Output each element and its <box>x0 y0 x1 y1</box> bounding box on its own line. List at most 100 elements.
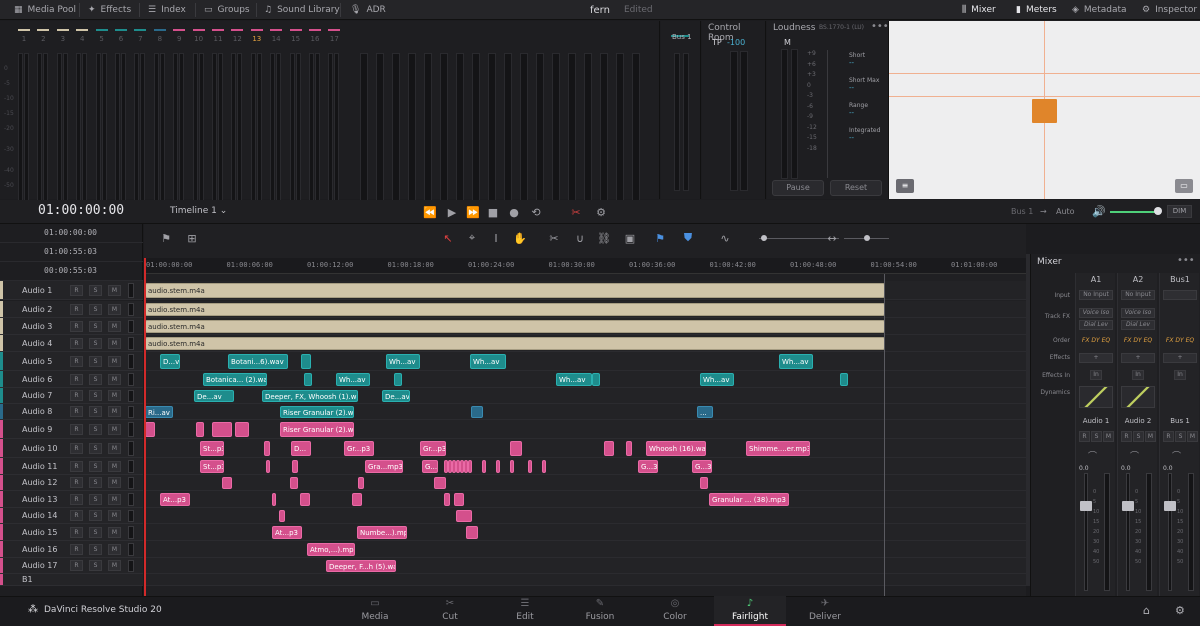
audio-clip[interactable]: ... <box>697 406 713 418</box>
loop-icon[interactable]: ⟲ <box>528 204 544 220</box>
track-header[interactable]: Audio 15 R S M <box>0 524 143 541</box>
strip-r-button[interactable]: R <box>1121 431 1132 442</box>
track-lane[interactable] <box>144 458 1026 475</box>
audio-clip[interactable]: G...3 <box>638 460 658 473</box>
track-fx-slot[interactable]: Voice Iso <box>1079 308 1113 318</box>
track-m-button[interactable]: M <box>108 320 121 332</box>
audio-clip[interactable] <box>471 406 483 418</box>
audio-clip[interactable]: Deeper, F...h (5).wav <box>326 560 396 572</box>
audio-clip[interactable]: Wh...av <box>470 354 506 369</box>
play-reverse-icon[interactable]: ▶ <box>444 204 460 220</box>
pan-control[interactable]: ⌒ <box>1172 449 1181 462</box>
track-r-button[interactable]: R <box>70 526 83 538</box>
inspector-toggle[interactable]: ⚙ Inspector <box>1142 0 1197 20</box>
settings-icon[interactable]: ⚙ <box>1175 604 1185 617</box>
playhead[interactable] <box>144 258 146 596</box>
track-header[interactable]: Audio 10 R S M <box>0 439 143 458</box>
speaker-icon[interactable]: 🔊 <box>1092 205 1106 218</box>
track-s-button[interactable]: S <box>89 543 102 555</box>
track-header[interactable]: Audio 13 R S M <box>0 491 143 508</box>
track-r-button[interactable]: R <box>70 337 83 349</box>
automation-mode[interactable]: Auto <box>1056 207 1075 216</box>
monitor-volume-slider[interactable] <box>1110 211 1160 213</box>
audio-clip[interactable] <box>145 422 155 437</box>
fader-track[interactable] <box>1168 473 1172 591</box>
audio-clip[interactable] <box>301 354 311 369</box>
track-r-button[interactable]: R <box>70 390 83 401</box>
track-s-button[interactable]: S <box>89 493 102 505</box>
audio-clip[interactable] <box>466 526 478 539</box>
timecode-display[interactable]: 01:00:00:00 <box>38 203 124 218</box>
text-cursor-icon[interactable]: I <box>488 230 504 246</box>
strip-m-button[interactable]: M <box>1103 431 1114 442</box>
audio-clip[interactable] <box>604 441 614 456</box>
track-s-button[interactable]: S <box>89 442 102 454</box>
audio-clip[interactable] <box>454 493 464 506</box>
audio-clip[interactable]: audio.stem.m4a <box>145 337 885 350</box>
track-lane[interactable] <box>144 404 1026 420</box>
meters-toggle[interactable]: ▮ Meters <box>1016 0 1057 20</box>
audio-clip[interactable] <box>510 460 514 473</box>
track-r-button[interactable]: R <box>70 373 83 385</box>
strip-m-button[interactable]: M <box>1145 431 1156 442</box>
audio-clip[interactable] <box>196 422 204 437</box>
volume-knob[interactable] <box>1154 207 1162 215</box>
pause-button[interactable]: Pause <box>772 180 824 196</box>
audio-clip[interactable]: audio.stem.m4a <box>145 303 885 316</box>
audio-clip[interactable] <box>592 373 600 386</box>
reset-button[interactable]: Reset <box>830 180 882 196</box>
track-s-button[interactable]: S <box>89 423 102 435</box>
audio-clip[interactable] <box>394 373 402 386</box>
sound-library-button[interactable]: ♫ Sound Library <box>264 0 340 20</box>
fader-track[interactable] <box>1084 473 1088 591</box>
track-header[interactable]: Audio 12 R S M <box>0 475 143 491</box>
track-header[interactable]: Audio 4 RSM <box>0 335 143 352</box>
audio-clip[interactable]: audio.stem.m4a <box>145 283 885 298</box>
fader-track[interactable] <box>1126 473 1130 591</box>
pan-control[interactable]: ⌒ <box>1088 449 1097 462</box>
track-header[interactable]: Audio 8 RSM <box>0 404 143 420</box>
strip-s-button[interactable]: S <box>1175 431 1186 442</box>
track-m-button[interactable]: M <box>108 355 121 367</box>
effects-in-button[interactable]: In <box>1174 370 1186 380</box>
track-m-button[interactable]: M <box>108 303 121 315</box>
audio-clip[interactable]: Gr...p3 <box>344 441 374 456</box>
audio-clip[interactable]: Riser Granular (2).wav <box>280 406 354 418</box>
range-select-icon[interactable]: ⌖ <box>464 230 480 246</box>
track-r-button[interactable]: R <box>70 284 83 296</box>
audio-clip[interactable]: At...p3 <box>272 526 302 539</box>
audio-clip[interactable] <box>279 510 285 522</box>
sliders-icon[interactable]: ≡ <box>896 179 914 193</box>
audio-clip[interactable]: G...3 <box>692 460 712 473</box>
shield-icon[interactable]: ⛊ <box>680 230 696 246</box>
audio-clip[interactable]: Deeper, FX, Whoosh (1).wav <box>262 390 358 402</box>
audio-clip[interactable]: Whoosh (16).wav <box>646 441 706 456</box>
effects-button[interactable]: ✦ Effects <box>88 0 131 20</box>
audio-clip[interactable] <box>528 460 532 473</box>
page-tab-fairlight[interactable]: ♪ Fairlight <box>714 596 786 626</box>
groups-button[interactable]: ▭ Groups <box>204 0 250 20</box>
output-bus[interactable]: Bus 1 <box>1011 207 1033 216</box>
audio-clip[interactable] <box>700 477 708 489</box>
track-header[interactable]: Audio 17 R S M <box>0 558 143 574</box>
track-r-button[interactable]: R <box>70 510 83 521</box>
track-header[interactable]: Audio 16 R S M <box>0 541 143 558</box>
audio-clip[interactable]: Wh...av <box>386 354 420 369</box>
record-icon[interactable]: ● <box>506 204 522 220</box>
track-m-button[interactable]: M <box>108 284 121 296</box>
track-r-button[interactable]: R <box>70 303 83 315</box>
track-s-button[interactable]: S <box>89 406 102 417</box>
track-m-button[interactable]: M <box>108 477 121 488</box>
track-header[interactable]: Audio 5 RSM <box>0 352 143 371</box>
track-m-button[interactable]: M <box>108 543 121 555</box>
track-s-button[interactable]: S <box>89 560 102 571</box>
page-tab-cut[interactable]: ✂ Cut <box>420 596 480 626</box>
audio-clip[interactable] <box>510 441 522 456</box>
track-m-button[interactable]: M <box>108 460 121 472</box>
marker-icon[interactable]: ⚑ <box>652 230 668 246</box>
audio-clip[interactable] <box>264 441 270 456</box>
audio-clip[interactable]: Gra...mp3 <box>365 460 403 473</box>
track-m-button[interactable]: M <box>108 406 121 417</box>
audio-clip[interactable] <box>542 460 546 473</box>
index-button[interactable]: ☰ Index <box>148 0 186 20</box>
